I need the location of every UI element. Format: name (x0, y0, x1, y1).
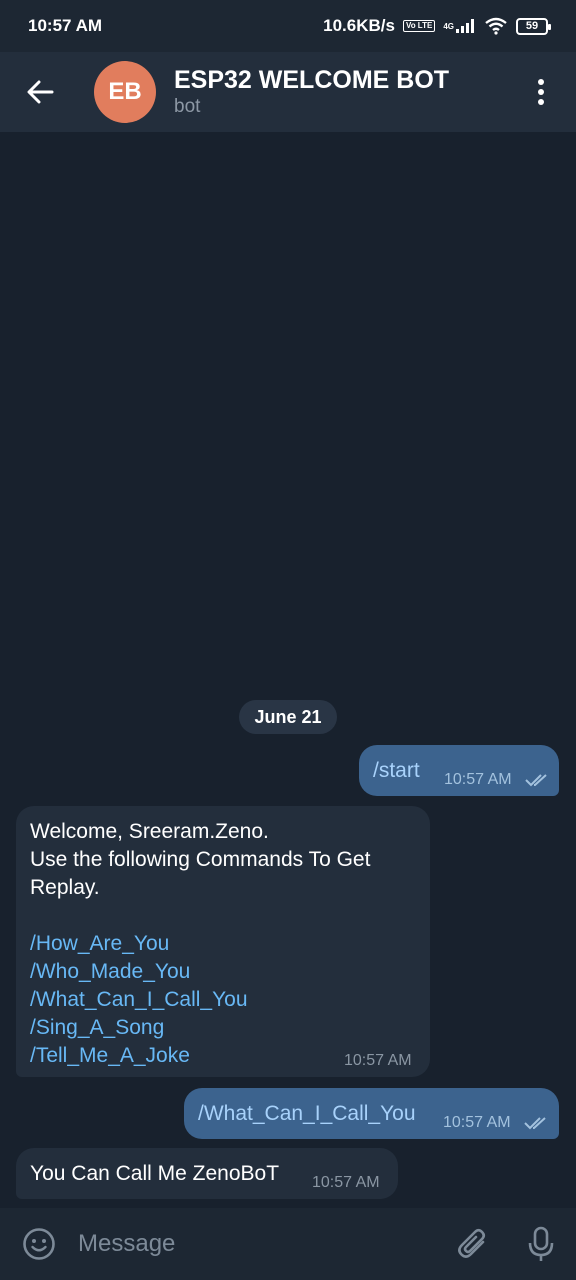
telegram-chat-screen: 10:57 AM 10.6KB/s Vo LTE 4G 59 EB ESP32 … (0, 0, 576, 1280)
chat-subtitle: bot (174, 96, 201, 117)
volte-icon: Vo LTE (402, 20, 436, 32)
attach-button[interactable] (440, 1208, 506, 1280)
arrow-left-icon (27, 80, 54, 104)
date-chip: June 21 (239, 700, 337, 734)
emoji-button[interactable] (0, 1208, 78, 1280)
message-text: /start (373, 759, 420, 782)
avatar[interactable]: EB (94, 61, 156, 123)
back-button[interactable] (0, 52, 80, 132)
network-type: 4G (443, 21, 454, 31)
message-time: 10:57 AM (312, 1174, 380, 1191)
command-list: /How_Are_You /Who_Made_You /What_Can_I_C… (30, 930, 420, 1070)
status-icons: 10.6KB/s Vo LTE 4G 59 (323, 16, 551, 36)
menu-button[interactable] (506, 52, 576, 132)
more-vertical-icon (538, 79, 544, 105)
chat-title: ESP32 WELCOME BOT (174, 66, 450, 94)
double-check-icon (524, 1117, 546, 1130)
command-link[interactable]: /Who_Made_You (30, 958, 420, 986)
command-link[interactable]: /Sing_A_Song (30, 1014, 420, 1042)
message-composer (0, 1208, 576, 1280)
status-time: 10:57 AM (28, 16, 103, 35)
signal-icon: 4G (443, 19, 476, 33)
smiley-icon (23, 1228, 55, 1260)
battery-icon: 59 (516, 17, 551, 35)
outgoing-message[interactable]: /What_Can_I_Call_You 10:57 AM (184, 1088, 559, 1139)
double-check-icon (525, 774, 547, 787)
incoming-message[interactable]: You Can Call Me ZenoBoT 10:57 AM (16, 1148, 398, 1199)
mic-button[interactable] (506, 1208, 576, 1280)
message-input[interactable] (78, 1208, 440, 1280)
message-line: Replay. (30, 876, 100, 899)
message-line: Welcome, Sreeram.Zeno. (30, 820, 269, 843)
chat-title-block[interactable]: ESP32 WELCOME BOT bot (174, 65, 449, 119)
message-time: 10:57 AM (443, 1114, 511, 1131)
message-line: Use the following Commands To Get (30, 848, 371, 871)
message-time: 10:57 AM (444, 771, 512, 788)
message-time: 10:57 AM (344, 1052, 412, 1069)
chat-header: EB ESP32 WELCOME BOT bot (0, 52, 576, 132)
microphone-icon (528, 1226, 554, 1261)
wifi-icon (484, 17, 508, 35)
message-text: You Can Call Me ZenoBoT (30, 1162, 280, 1185)
outgoing-message[interactable]: /start 10:57 AM (359, 745, 559, 796)
paperclip-icon (458, 1228, 486, 1258)
message-text: /What_Can_I_Call_You (198, 1102, 416, 1125)
net-speed: 10.6KB/s (323, 16, 395, 35)
message-list[interactable]: June 21 /start 10:57 AM Welcome, Sreeram… (0, 132, 576, 1208)
incoming-message[interactable]: Welcome, Sreeram.Zeno. Use the following… (16, 806, 430, 1077)
command-link[interactable]: /What_Can_I_Call_You (30, 986, 420, 1014)
status-bar: 10:57 AM 10.6KB/s Vo LTE 4G 59 (0, 0, 576, 52)
command-link[interactable]: /How_Are_You (30, 930, 420, 958)
